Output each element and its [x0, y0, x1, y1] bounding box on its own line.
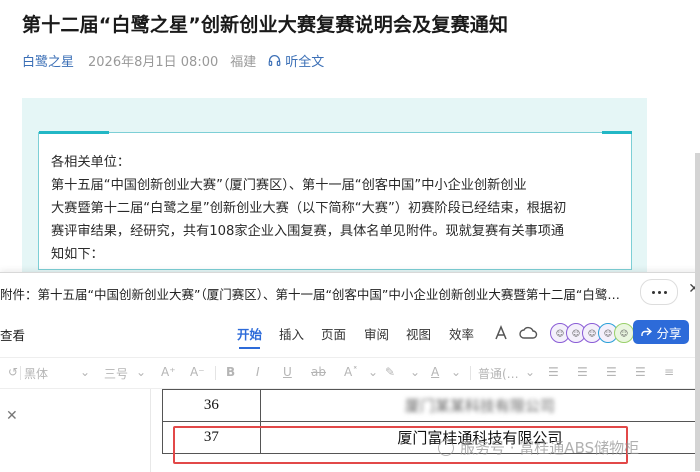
- headphones-icon: [268, 54, 281, 66]
- chevron-down-icon[interactable]: ⌄: [136, 365, 146, 379]
- tab-page[interactable]: 页面: [321, 324, 346, 343]
- close-icon[interactable]: ✕: [6, 408, 18, 424]
- strikethrough-icon[interactable]: ab: [311, 365, 326, 379]
- tab-insert[interactable]: 插入: [279, 324, 304, 343]
- underline-icon[interactable]: U: [283, 365, 292, 379]
- chevron-down-icon[interactable]: ⌄: [525, 365, 535, 379]
- style-select[interactable]: 普通(…: [478, 365, 519, 382]
- font-color-icon[interactable]: A: [431, 365, 439, 379]
- size-select[interactable]: 三号: [104, 365, 128, 382]
- chevron-down-icon[interactable]: ⌄: [451, 365, 461, 379]
- align-left-icon[interactable]: ☰: [548, 365, 559, 379]
- decrease-font-icon[interactable]: A⁻: [190, 365, 205, 379]
- format-toolbar: ↺ 黑体 ⌄ 三号 ⌄ A⁺ A⁻ B I U ab A˟ ⌄ ✎ ⌄ A ⌄ …: [0, 357, 700, 389]
- translate-icon[interactable]: [492, 323, 512, 343]
- notice-card: 各相关单位： 第十五届“中国创新创业大赛”（厦门赛区）、第十一届“创客中国”中小…: [38, 131, 632, 270]
- notice-line: 各相关单位：: [51, 155, 131, 170]
- line-spacing-icon[interactable]: ≡: [664, 365, 674, 379]
- avatar: ☺: [614, 323, 634, 343]
- scrollbar[interactable]: [695, 153, 700, 471]
- publish-date: 2026年8月1日 08:00: [88, 54, 219, 70]
- highlight-color-icon[interactable]: ✎: [385, 365, 395, 379]
- font-select[interactable]: 黑体: [24, 365, 48, 382]
- watermark-text: 服务号 · 富桂通ABS储物柜: [460, 439, 640, 457]
- blurred-company-name: 厦门某某科技有限公司: [404, 399, 555, 415]
- tab-view[interactable]: 视图: [406, 324, 431, 343]
- article-title: 第十二届“白鹭之星”创新创业大赛复赛说明会及复赛通知: [22, 14, 509, 36]
- wechat-logo-icon: [438, 439, 454, 456]
- notice-line: 赛评审结果，经研究，共有108家企业入围复赛，具体名单见附件。现就复赛有关事项通: [51, 224, 565, 239]
- article-meta: 白鹭之星 2026年8月1日 08:00 福建 听全文: [22, 51, 324, 70]
- ribbon-tabbar: 查看 开始 插入 页面 审阅 视图 效率 ☺ ☺ ☺ ☺ ☺ 分享: [0, 317, 700, 349]
- tab-home[interactable]: 开始: [237, 324, 262, 349]
- notice-line: 第十五届“中国创新创业大赛”（厦门赛区）、第十一届“创客中国”中小企业创新创业: [51, 178, 527, 193]
- tab-review[interactable]: 审阅: [364, 324, 389, 343]
- bold-icon[interactable]: B: [226, 365, 235, 379]
- justify-icon[interactable]: ☰: [635, 365, 646, 379]
- author-link[interactable]: 白鹭之星: [22, 51, 74, 70]
- chevron-down-icon[interactable]: ⌄: [368, 365, 378, 379]
- more-options-button[interactable]: [640, 279, 678, 305]
- listen-button[interactable]: 听全文: [268, 51, 324, 70]
- view-button[interactable]: 查看: [0, 323, 33, 346]
- document-viewer: 附件：第十五届“中国创新创业大赛”（厦门赛区）、第十一届“创客中国”中小企业创新…: [0, 272, 700, 472]
- superscript-icon[interactable]: A˟: [344, 365, 358, 379]
- table-row: 36 厦门某某科技有限公司: [162, 389, 700, 422]
- company-name: 厦门某某科技有限公司: [259, 389, 700, 422]
- share-icon: [641, 327, 653, 336]
- increase-font-icon[interactable]: A⁺: [161, 365, 176, 379]
- chevron-down-icon[interactable]: ⌄: [80, 365, 90, 379]
- row-number: 36: [162, 389, 261, 422]
- share-label: 分享: [656, 325, 682, 341]
- tab-efficiency[interactable]: 效率: [449, 324, 474, 343]
- notice-line: 大赛暨第十二届“白鹭之星”创新创业大赛（以下简称“大赛”）初赛阶段已经结束，根据…: [51, 201, 567, 216]
- align-center-icon[interactable]: ☰: [577, 365, 588, 379]
- page-edge: [150, 389, 151, 472]
- notice-line: 知如下：: [51, 247, 104, 262]
- listen-label: 听全文: [285, 54, 325, 70]
- align-right-icon[interactable]: ☰: [606, 365, 617, 379]
- publish-location: 福建: [230, 54, 257, 70]
- collaborator-avatars[interactable]: ☺ ☺ ☺ ☺ ☺: [550, 323, 634, 343]
- italic-icon[interactable]: I: [256, 365, 260, 379]
- watermark: 服务号 · 富桂通ABS储物柜: [438, 437, 639, 458]
- undo-icon[interactable]: ↺: [8, 365, 18, 379]
- cloud-icon[interactable]: [519, 323, 539, 343]
- document-title: 附件：第十五届“中国创新创业大赛”（厦门赛区）、第十一届“创客中国”中小企业创新…: [0, 287, 630, 302]
- share-button[interactable]: 分享: [633, 320, 689, 344]
- chevron-down-icon[interactable]: ⌄: [410, 365, 420, 379]
